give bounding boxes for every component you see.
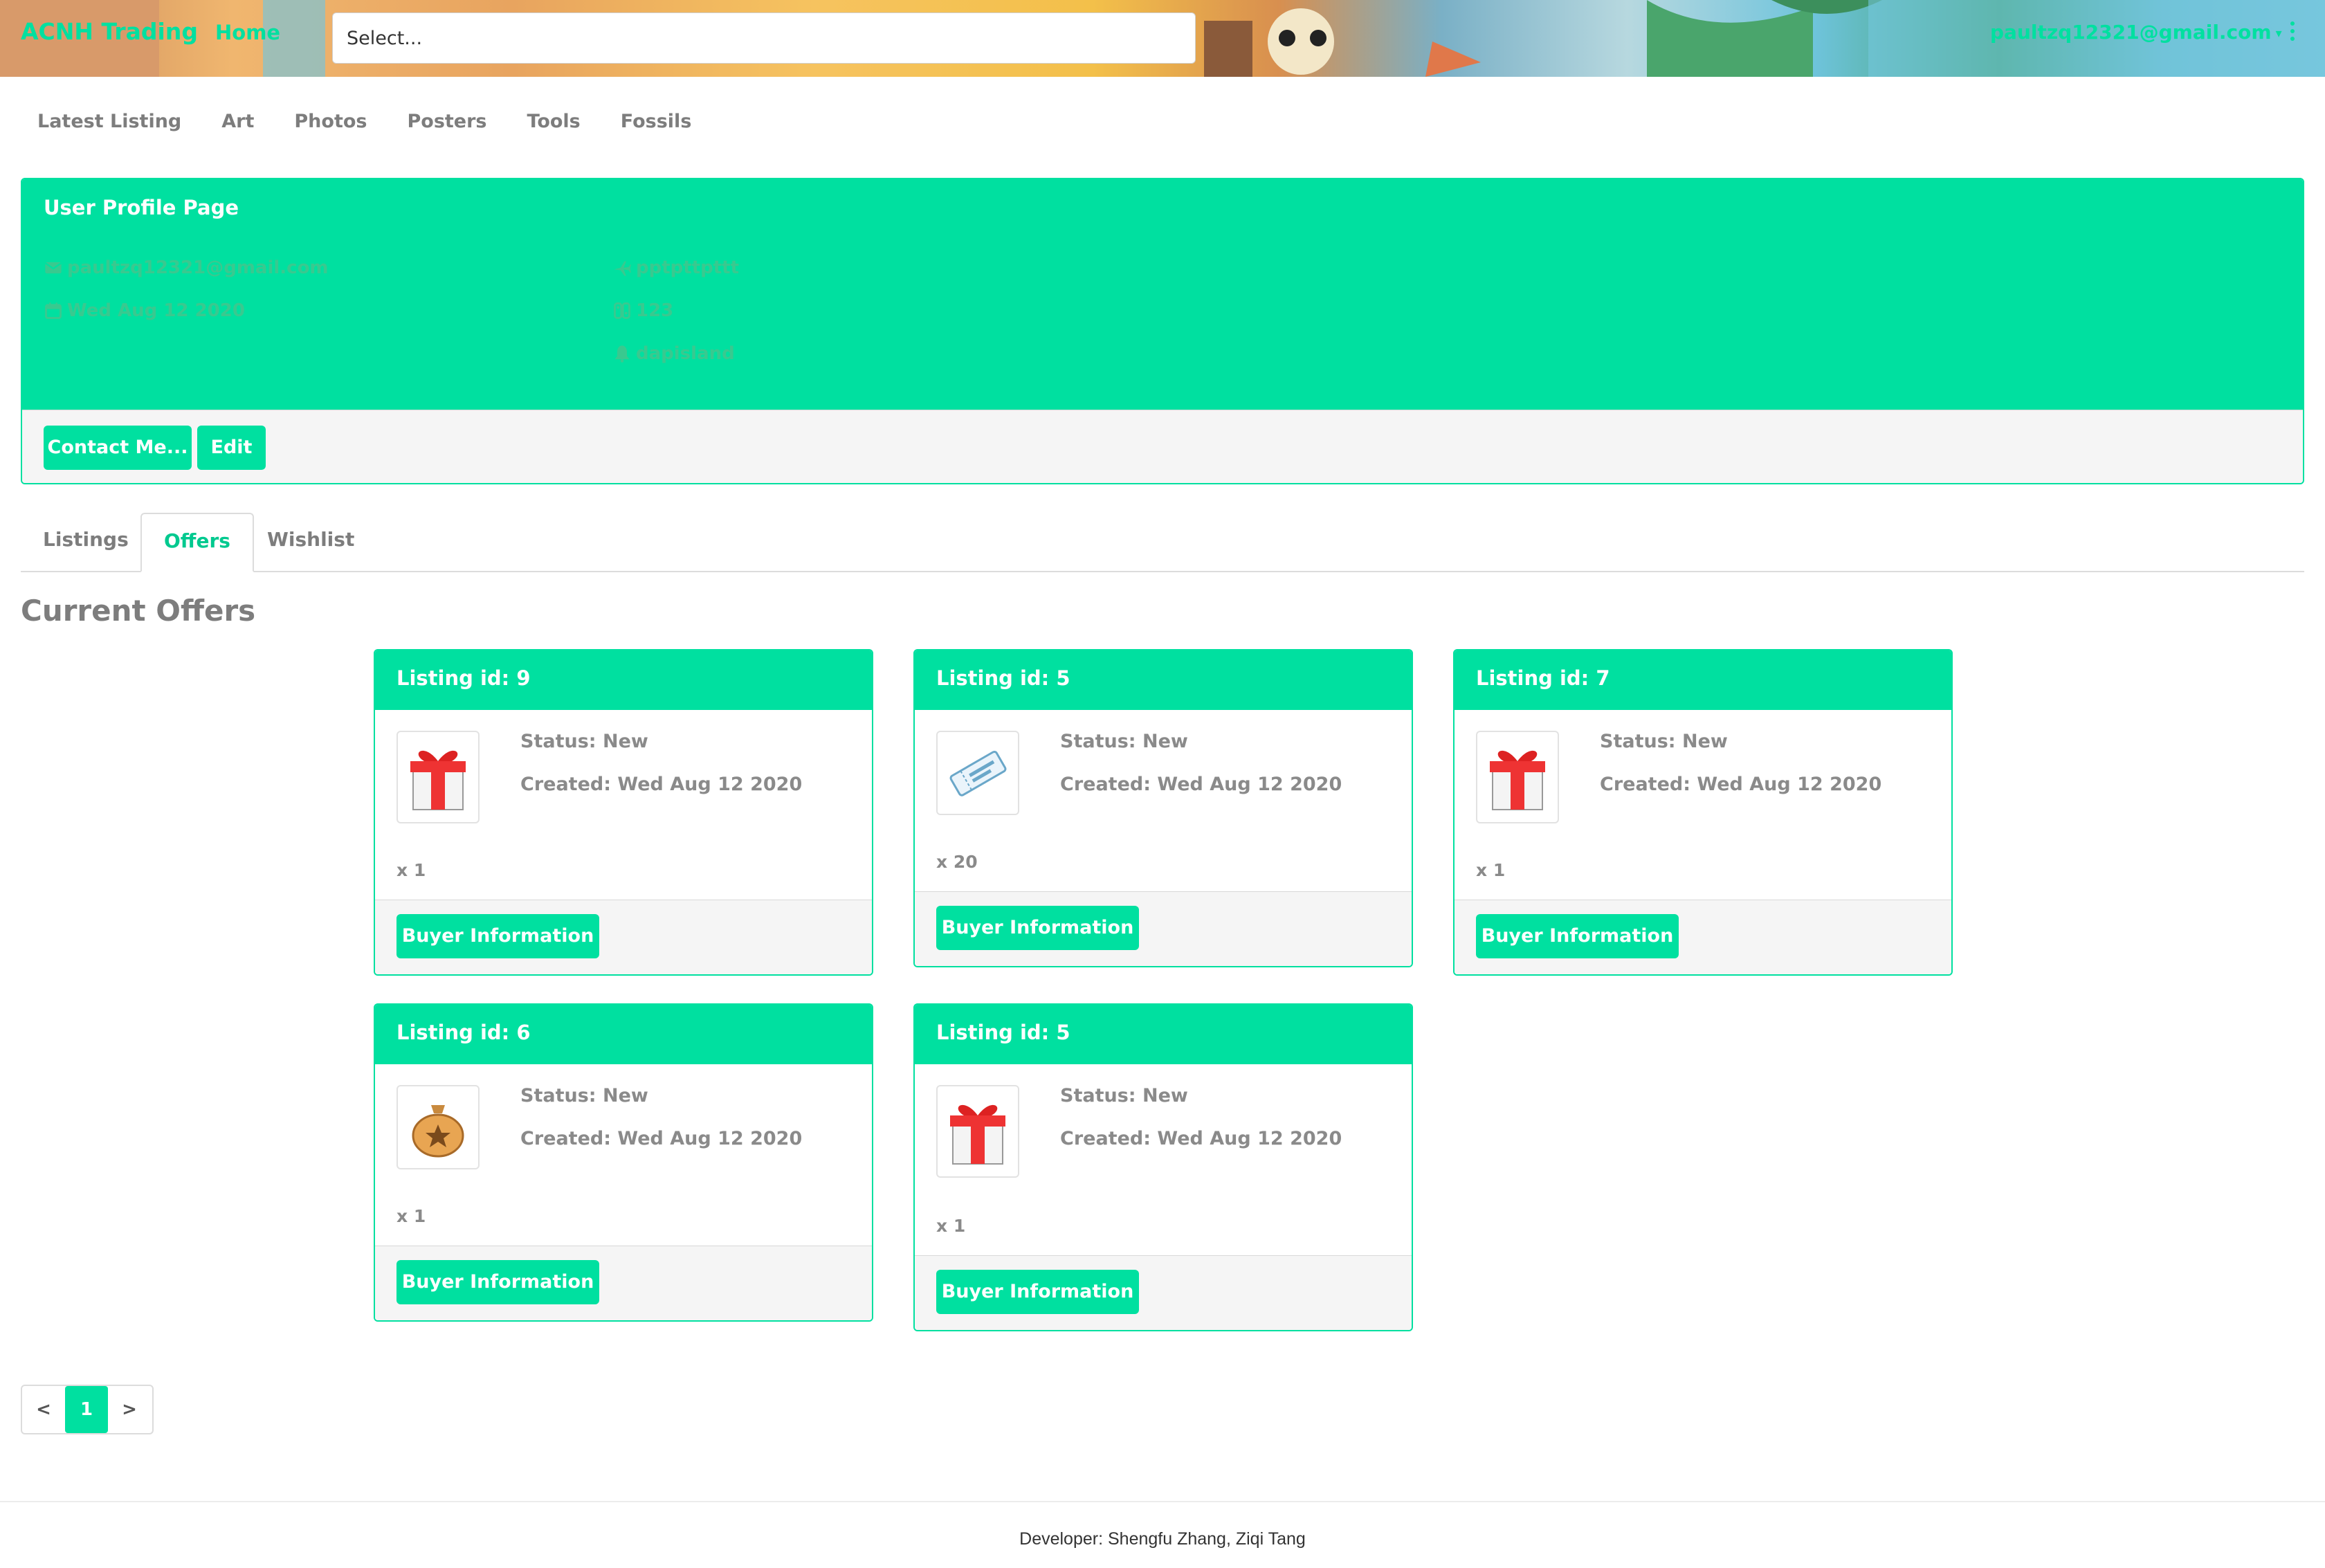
category-nav: Latest Listing Art Photos Posters Tools … xyxy=(37,111,731,132)
kebab-menu-icon[interactable] xyxy=(2282,18,2303,53)
navbar: ACNH Trading Home paultzq12321@gmail.com… xyxy=(0,0,2325,77)
profile-username-text: pptpttpttt xyxy=(636,257,740,278)
profile-island: dapisland xyxy=(612,343,735,364)
offer-card-header: Listing id: 6 xyxy=(375,1005,872,1064)
profile-island-text: dapisland xyxy=(636,343,735,364)
footer-divider xyxy=(0,1501,2325,1502)
buyer-information-button[interactable]: Buyer Information xyxy=(396,1260,599,1304)
profile-email: paultzq12321@gmail.com xyxy=(44,257,329,278)
caret-down-icon: ▾ xyxy=(2275,26,2282,41)
contact-me-button[interactable]: Contact Me... xyxy=(44,426,192,470)
ticket-icon xyxy=(936,731,1019,815)
offer-quantity: x 20 xyxy=(936,852,978,872)
offer-card: Listing id: 6 Status: New Created: Wed A… xyxy=(374,1003,873,1322)
offer-quantity: x 1 xyxy=(1476,860,1506,880)
offer-card-footer: Buyer Information xyxy=(915,1255,1412,1330)
offer-card-footer: Buyer Information xyxy=(1455,900,1951,974)
offer-created: Created: Wed Aug 12 2020 xyxy=(1600,774,1882,795)
profile-card: User Profile Page paultzq12321@gmail.com… xyxy=(21,178,2304,484)
user-menu-dropdown[interactable]: paultzq12321@gmail.com ▾ xyxy=(1990,21,2282,44)
user-email: paultzq12321@gmail.com xyxy=(1990,21,2272,44)
edit-button[interactable]: Edit xyxy=(197,426,266,470)
offer-card-body: Status: New Created: Wed Aug 12 2020 x 1 xyxy=(915,1064,1412,1255)
offer-card-body: Status: New Created: Wed Aug 12 2020 x 1 xyxy=(1455,710,1951,900)
offer-listing-id: Listing id: 7 xyxy=(1476,666,1610,690)
footer-credits: Developer: Shengfu Zhang, Ziqi Tang xyxy=(1019,1529,1306,1549)
offer-quantity: x 1 xyxy=(396,1206,426,1226)
calendar-icon xyxy=(45,302,62,319)
offer-card-footer: Buyer Information xyxy=(375,900,872,974)
offer-created: Created: Wed Aug 12 2020 xyxy=(1060,774,1342,795)
offer-created: Created: Wed Aug 12 2020 xyxy=(520,1128,803,1149)
offer-card: Listing id: 5 Status: New Created: Wed A… xyxy=(913,649,1413,967)
nav-fossils[interactable]: Fossils xyxy=(621,111,692,132)
offer-status: Status: New xyxy=(520,731,648,752)
search-input[interactable] xyxy=(333,13,1195,63)
envelope-icon xyxy=(44,262,62,274)
offer-card-footer: Buyer Information xyxy=(375,1246,872,1320)
home-link[interactable]: Home xyxy=(215,21,280,44)
gift-icon xyxy=(396,731,480,823)
offer-created: Created: Wed Aug 12 2020 xyxy=(520,774,803,795)
offer-quantity: x 1 xyxy=(396,860,426,880)
tab-listings[interactable]: Listings xyxy=(21,513,151,572)
tab-offers[interactable]: Offers xyxy=(140,513,254,572)
search-select[interactable] xyxy=(332,12,1196,64)
offer-card-footer: Buyer Information xyxy=(915,891,1412,966)
nav-latest-listing[interactable]: Latest Listing xyxy=(37,111,181,132)
pagination-page-1[interactable]: 1 xyxy=(65,1386,108,1433)
offer-listing-id: Listing id: 6 xyxy=(396,1021,531,1044)
offer-listing-id: Listing id: 5 xyxy=(936,666,1070,690)
pagination-prev-button[interactable]: < xyxy=(22,1399,65,1420)
offer-status: Status: New xyxy=(1600,731,1728,752)
pagination: < 1 > xyxy=(21,1385,154,1434)
plane-icon xyxy=(614,261,631,276)
profile-card-footer: Contact Me... Edit xyxy=(22,410,2303,483)
offer-quantity: x 1 xyxy=(936,1216,966,1236)
profile-title: User Profile Page xyxy=(44,196,239,219)
profile-email-text: paultzq12321@gmail.com xyxy=(67,257,329,278)
offer-card-header: Listing id: 9 xyxy=(375,650,872,710)
offer-created: Created: Wed Aug 12 2020 xyxy=(1060,1128,1342,1149)
pagination-next-button[interactable]: > xyxy=(108,1399,151,1420)
offer-listing-id: Listing id: 9 xyxy=(396,666,531,690)
offer-card-header: Listing id: 7 xyxy=(1455,650,1951,710)
offer-card-body: Status: New Created: Wed Aug 12 2020 x 1 xyxy=(375,1064,872,1246)
buyer-information-button[interactable]: Buyer Information xyxy=(936,906,1139,950)
buyer-information-button[interactable]: Buyer Information xyxy=(396,914,599,958)
buyer-information-button[interactable]: Buyer Information xyxy=(936,1270,1139,1314)
profile-joined: Wed Aug 12 2020 xyxy=(44,300,245,321)
bell-bag-icon xyxy=(396,1085,480,1169)
offer-card-header: Listing id: 5 xyxy=(915,1005,1412,1064)
brand-logo[interactable]: ACNH Trading xyxy=(21,18,198,45)
offer-status: Status: New xyxy=(520,1085,648,1106)
profile-card-header: User Profile Page paultzq12321@gmail.com… xyxy=(22,179,2303,410)
tab-wishlist[interactable]: Wishlist xyxy=(245,513,376,572)
gift-icon xyxy=(936,1085,1019,1178)
section-title: Current Offers xyxy=(21,594,256,628)
offer-card: Listing id: 5 Status: New Created: Wed A… xyxy=(913,1003,1413,1331)
nav-photos[interactable]: Photos xyxy=(294,111,367,132)
nav-posters[interactable]: Posters xyxy=(407,111,486,132)
offer-card: Listing id: 9 Status: New Created: Wed A… xyxy=(374,649,873,976)
gift-icon xyxy=(1476,731,1559,823)
bell-icon xyxy=(614,345,630,363)
nav-art[interactable]: Art xyxy=(221,111,254,132)
nav-tools[interactable]: Tools xyxy=(527,111,581,132)
profile-tabs: Listings Offers Wishlist xyxy=(21,513,2304,572)
offer-status: Status: New xyxy=(1060,731,1188,752)
offer-card-body: Status: New Created: Wed Aug 12 2020 x 2… xyxy=(915,710,1412,891)
buyer-information-button[interactable]: Buyer Information xyxy=(1476,914,1679,958)
profile-username: pptpttpttt xyxy=(612,257,739,278)
offer-card-body: Status: New Created: Wed Aug 12 2020 x 1 xyxy=(375,710,872,900)
profile-joined-text: Wed Aug 12 2020 xyxy=(67,300,245,321)
offer-status: Status: New xyxy=(1060,1085,1188,1106)
profile-switch-id: 123 xyxy=(612,300,673,321)
offer-card-header: Listing id: 5 xyxy=(915,650,1412,710)
profile-switch-id-text: 123 xyxy=(636,300,674,321)
switch-console-icon xyxy=(614,302,630,319)
offer-card: Listing id: 7 Status: New Created: Wed A… xyxy=(1453,649,1953,976)
offer-listing-id: Listing id: 5 xyxy=(936,1021,1070,1044)
